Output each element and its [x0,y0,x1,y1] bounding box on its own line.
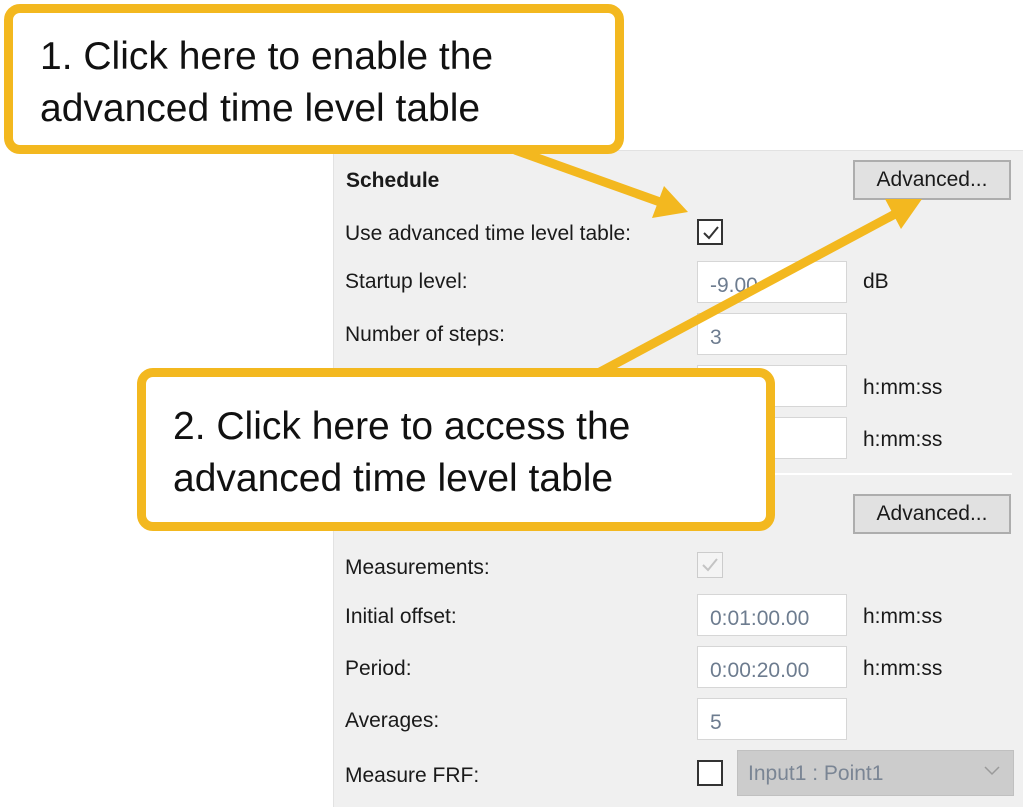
checkmark-icon [703,226,719,240]
initial-offset-label: Initial offset: [345,605,457,628]
period-label: Period: [345,657,412,680]
chevron-down-icon [984,766,1000,776]
schedule-time-unit-1: h:mm:ss [863,376,943,399]
startup-level-label: Startup level: [345,270,468,293]
averages-input[interactable] [697,698,847,740]
period-unit: h:mm:ss [863,657,943,680]
checkmark-icon [702,558,718,572]
initial-offset-unit: h:mm:ss [863,605,943,628]
startup-level-unit: dB [863,270,889,293]
callout-1-line-2: advanced time level table [40,87,481,130]
frf-channel-selected: Input1 : Point1 [748,762,884,785]
measurements-checkbox[interactable] [697,552,723,578]
averages-label: Averages: [345,709,440,732]
use-advanced-table-label: Use advanced time level table: [345,222,631,245]
measure-frf-label: Measure FRF: [345,764,480,787]
schedule-time-unit-2: h:mm:ss [863,428,943,451]
initial-offset-input[interactable] [697,594,847,636]
period-input[interactable] [697,646,847,688]
measurement-advanced-button[interactable]: Advanced... [853,494,1011,534]
measure-frf-checkbox[interactable] [697,760,723,786]
callout-access-advanced: 2. Click here to access the advanced tim… [137,368,775,531]
schedule-heading: Schedule [346,169,440,192]
callout-enable-advanced: 1. Click here to enable the advanced tim… [4,4,624,154]
measurements-label: Measurements: [345,556,490,579]
number-of-steps-label: Number of steps: [345,323,505,346]
frf-channel-dropdown[interactable]: Input1 : Point1 [737,750,1014,796]
startup-level-input[interactable] [697,261,847,303]
use-advanced-table-checkbox[interactable] [697,219,723,245]
callout-2-line-1: 2. Click here to access the [173,405,631,448]
callout-1-line-1: 1. Click here to enable the [40,35,494,78]
schedule-advanced-button[interactable]: Advanced... [853,160,1011,200]
callout-2-line-2: advanced time level table [173,457,614,500]
number-of-steps-input[interactable] [697,313,847,355]
